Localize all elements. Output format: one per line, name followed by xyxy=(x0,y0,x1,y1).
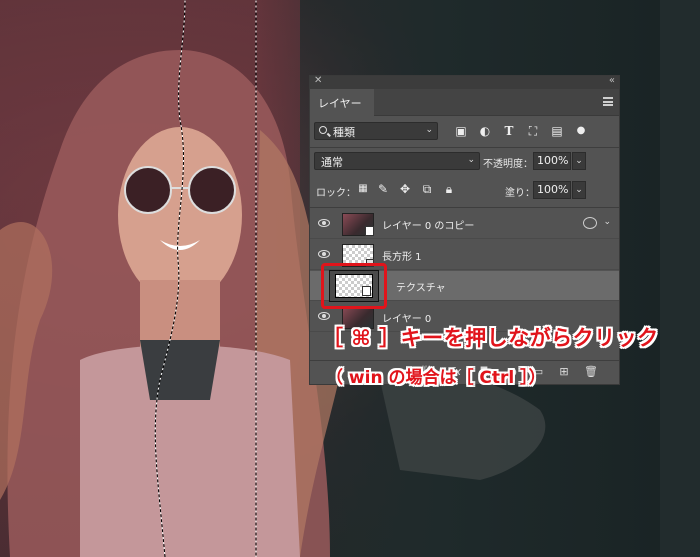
smart-object-icon xyxy=(362,286,371,296)
chevron-down-icon: ⌄ xyxy=(467,155,475,165)
lock-label: ロック： xyxy=(316,188,356,199)
blend-mode-select[interactable]: 通常 ⌄ xyxy=(314,152,480,170)
filter-toggle-icon[interactable]: ● xyxy=(574,124,588,138)
lock-all-icon[interactable]: 🔒︎ xyxy=(442,182,456,196)
smart-object-icon xyxy=(365,226,374,236)
annotation-instruction: ［ ⌘ ］キーを押しながらクリック xyxy=(322,326,659,350)
tab-layers[interactable]: レイヤー xyxy=(310,89,374,116)
lock-position-icon[interactable]: ✥ xyxy=(398,182,412,196)
layer-name[interactable]: テクスチャ xyxy=(396,279,446,294)
lock-row: ロック： ▦ ✎ ✥ ⧉ 🔒︎ 塗り： 100% ⌄ xyxy=(310,181,619,201)
visibility-eye-icon[interactable] xyxy=(318,219,330,227)
filter-kind-select[interactable]: 種類 ⌄ xyxy=(314,122,438,140)
pixel-filter-icon[interactable]: ▣ xyxy=(454,124,468,138)
lock-transparency-icon[interactable]: ▦ xyxy=(356,182,370,196)
collapse-icon[interactable]: « xyxy=(609,75,615,86)
opacity-input[interactable]: 100% xyxy=(533,152,571,170)
blend-mode-value: 通常 xyxy=(321,156,343,169)
panel-tab-row: レイヤー xyxy=(310,89,619,116)
fill-dropdown-icon[interactable]: ⌄ xyxy=(572,181,586,199)
new-layer-icon[interactable]: ⊞ xyxy=(558,366,570,378)
canvas-scrollbar[interactable] xyxy=(660,0,700,557)
chevron-down-icon: ⌄ xyxy=(425,125,433,135)
visibility-eye-icon[interactable] xyxy=(318,250,330,258)
panel-titlebar[interactable]: ✕ « xyxy=(310,75,619,89)
lock-image-pixels-icon[interactable]: ✎ xyxy=(376,182,390,196)
filter-kind-label: 種類 xyxy=(333,126,355,139)
type-filter-icon[interactable]: T xyxy=(502,124,516,138)
layer-row[interactable]: レイヤー 0 のコピー ⌄ xyxy=(310,209,619,239)
fill-label: 塗り： xyxy=(505,188,535,199)
visibility-eye-icon[interactable] xyxy=(318,312,330,320)
layer-effects-icon[interactable] xyxy=(583,217,597,229)
smart-object-filter-icon[interactable]: ▤ xyxy=(550,124,564,138)
blend-row: 通常 ⌄ 不透明度： 100% ⌄ xyxy=(310,152,619,172)
panel-menu-icon[interactable] xyxy=(603,97,613,106)
adjustment-filter-icon[interactable]: ◐ xyxy=(478,124,492,138)
layer-name[interactable]: レイヤー 0 のコピー xyxy=(382,217,474,232)
trash-icon[interactable]: 🗑︎ xyxy=(584,366,598,378)
annotation-windows-note: （ win の場合は［ Ctrl ］） xyxy=(326,368,546,388)
search-icon xyxy=(319,126,327,134)
texture-thumbnail-image xyxy=(335,274,373,298)
layer-name[interactable]: 長方形 1 xyxy=(382,248,422,263)
chevron-down-icon[interactable]: ⌄ xyxy=(603,217,611,227)
texture-thumbnail[interactable] xyxy=(329,270,379,302)
layer-thumbnail[interactable] xyxy=(342,213,374,236)
lock-artboard-icon[interactable]: ⧉ xyxy=(420,182,434,196)
shape-filter-icon[interactable]: ⛶ xyxy=(526,124,540,138)
close-icon[interactable]: ✕ xyxy=(314,75,322,86)
opacity-dropdown-icon[interactable]: ⌄ xyxy=(572,152,586,170)
fill-input[interactable]: 100% xyxy=(533,181,571,199)
opacity-label: 不透明度： xyxy=(483,159,533,170)
highlighted-layer-thumbnail[interactable] xyxy=(321,263,387,309)
layer-filter-row: 種類 ⌄ ▣ ◐ T ⛶ ▤ ● xyxy=(310,122,619,144)
